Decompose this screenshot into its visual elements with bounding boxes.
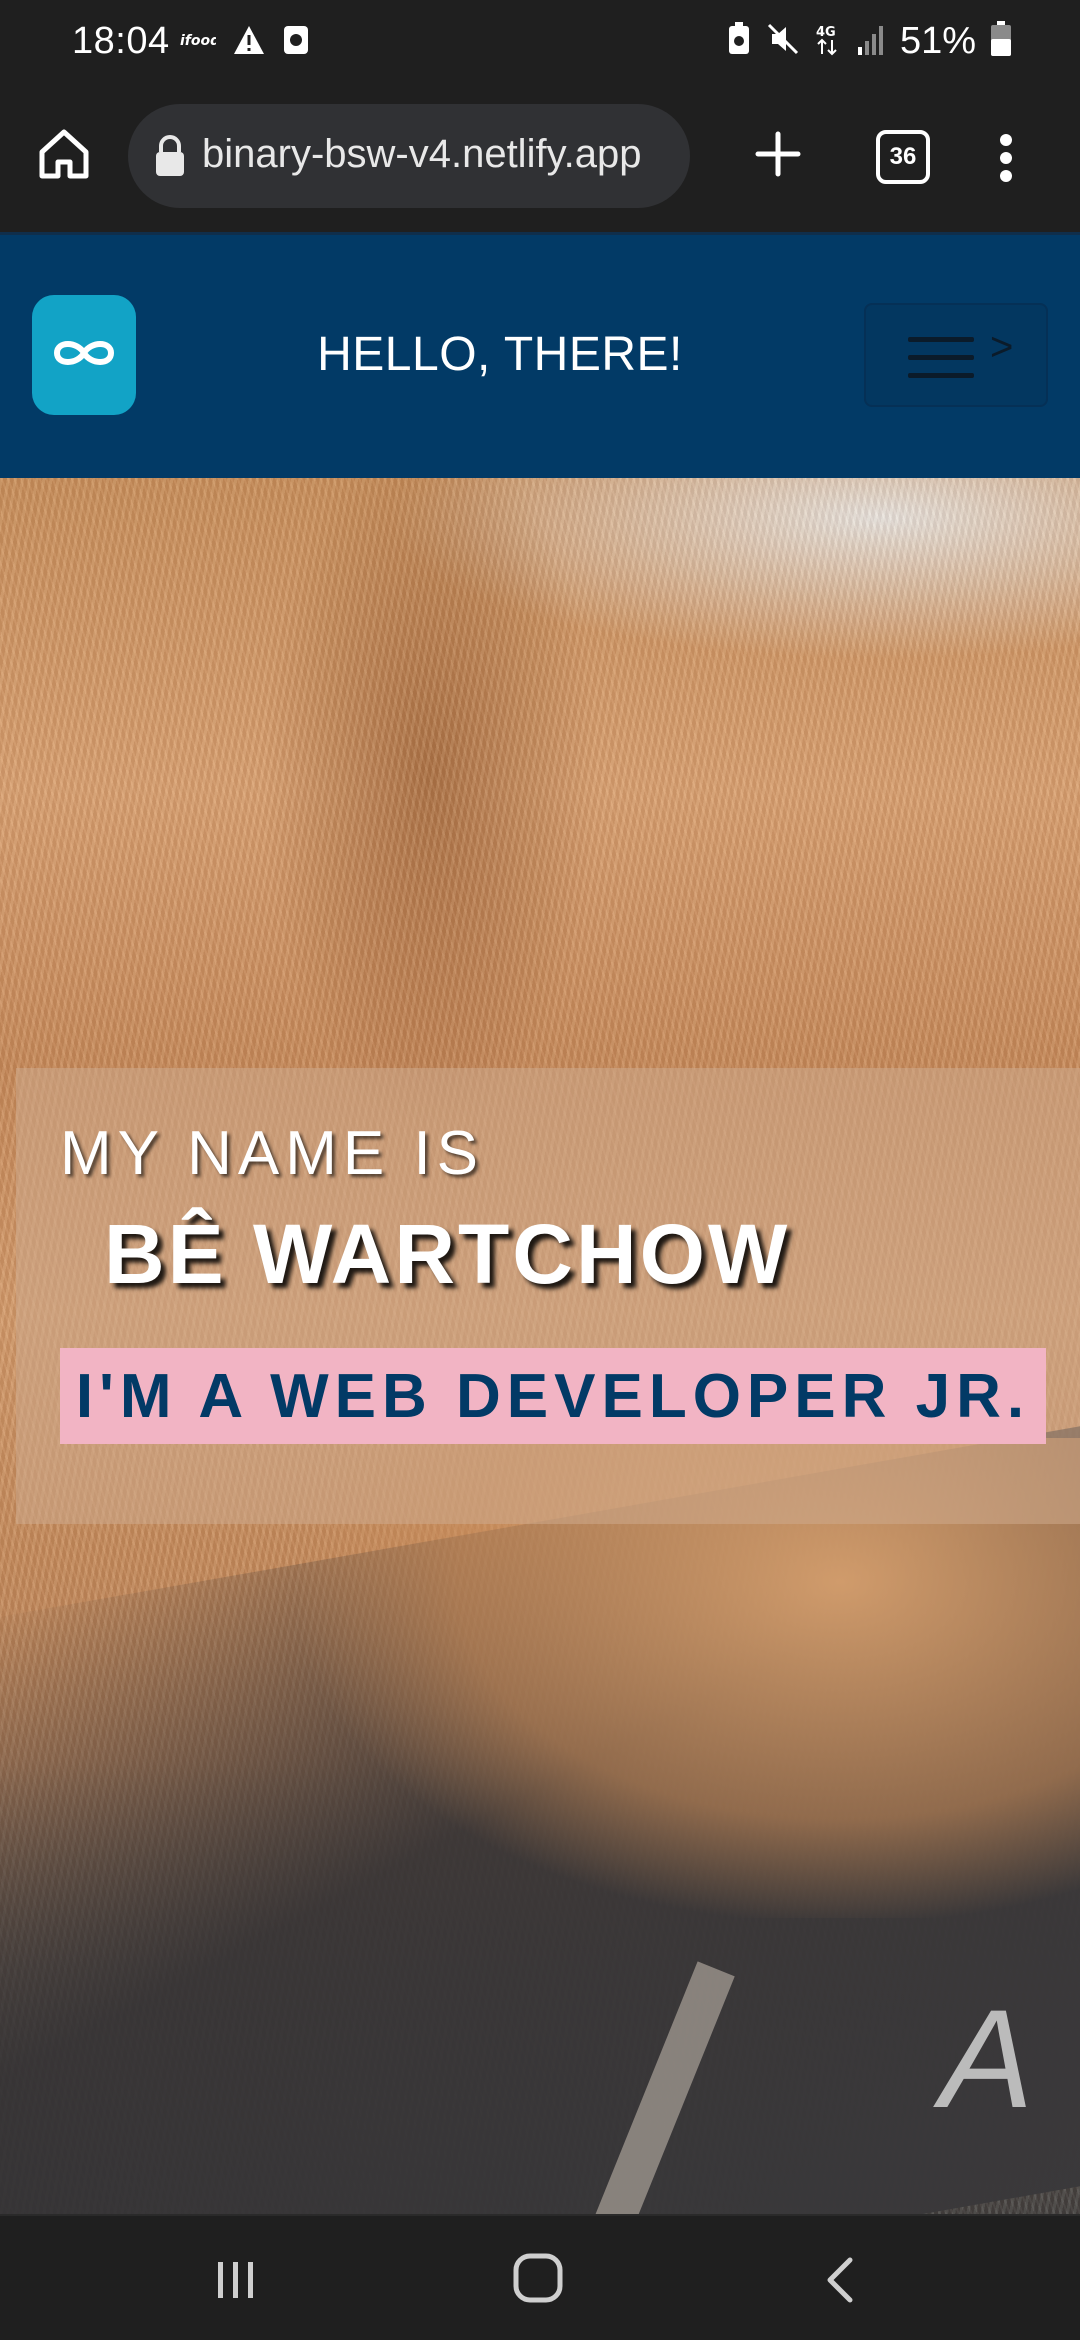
intro-role: I'M A WEB DEVELOPER JR. — [60, 1348, 1046, 1444]
svg-text:4G: 4G — [816, 25, 836, 40]
status-time: 18:04 — [72, 20, 170, 62]
recents-icon[interactable] — [214, 2258, 258, 2302]
lock-icon — [152, 134, 188, 178]
battery-icon — [990, 21, 1012, 62]
more-options-icon[interactable] — [994, 118, 1018, 198]
intro-name: BÊ WARTCHOW — [104, 1207, 791, 1301]
status-notification-icons: ifood — [180, 24, 310, 61]
system-nav-bar — [0, 2214, 1080, 2340]
battery-saver-icon — [726, 22, 752, 61]
site-header: HELLO, THERE! > — [0, 232, 1080, 478]
url-text: binary-bsw-v4.netlify.app — [202, 132, 642, 176]
system-home-icon[interactable] — [512, 2252, 564, 2304]
mute-icon — [766, 22, 800, 61]
browser-toolbar: binary-bsw-v4.netlify.app 36 — [0, 88, 1080, 232]
address-bar[interactable]: binary-bsw-v4.netlify.app — [128, 104, 690, 208]
site-logo[interactable] — [32, 295, 136, 415]
nav-menu-toggle[interactable]: > — [864, 303, 1048, 407]
signal-icon — [856, 23, 886, 60]
site-title: HELLO, THERE! — [317, 328, 683, 381]
intro-greeting: MY NAME IS — [60, 1119, 485, 1188]
tab-switcher-button[interactable]: 36 — [876, 130, 930, 184]
status-system-icons: 4G 51% — [726, 20, 1012, 63]
home-icon[interactable] — [34, 124, 94, 184]
app-notification-icon — [282, 24, 310, 61]
battery-percent: 51% — [899, 20, 976, 62]
svg-text:ifood: ifood — [180, 33, 216, 49]
keyboard-key-letter: A — [940, 1980, 1034, 2137]
new-tab-icon[interactable] — [748, 124, 808, 184]
hero-section: A MY NAME IS BÊ WARTCHOW I'M A WEB DEVEL… — [0, 478, 1080, 2214]
hamburger-icon — [908, 333, 974, 381]
network-4g-icon: 4G — [814, 22, 842, 61]
infinity-icon — [49, 333, 119, 378]
warning-icon — [232, 24, 266, 61]
back-icon[interactable] — [820, 2256, 860, 2304]
status-bar: 18:04 ifood 4G 51% — [0, 0, 1080, 88]
intro-card: MY NAME IS BÊ WARTCHOW I'M A WEB DEVELOP… — [16, 1068, 1080, 1524]
ifood-notification-icon: ifood — [180, 28, 221, 57]
nav-arrow: > — [990, 325, 1014, 369]
